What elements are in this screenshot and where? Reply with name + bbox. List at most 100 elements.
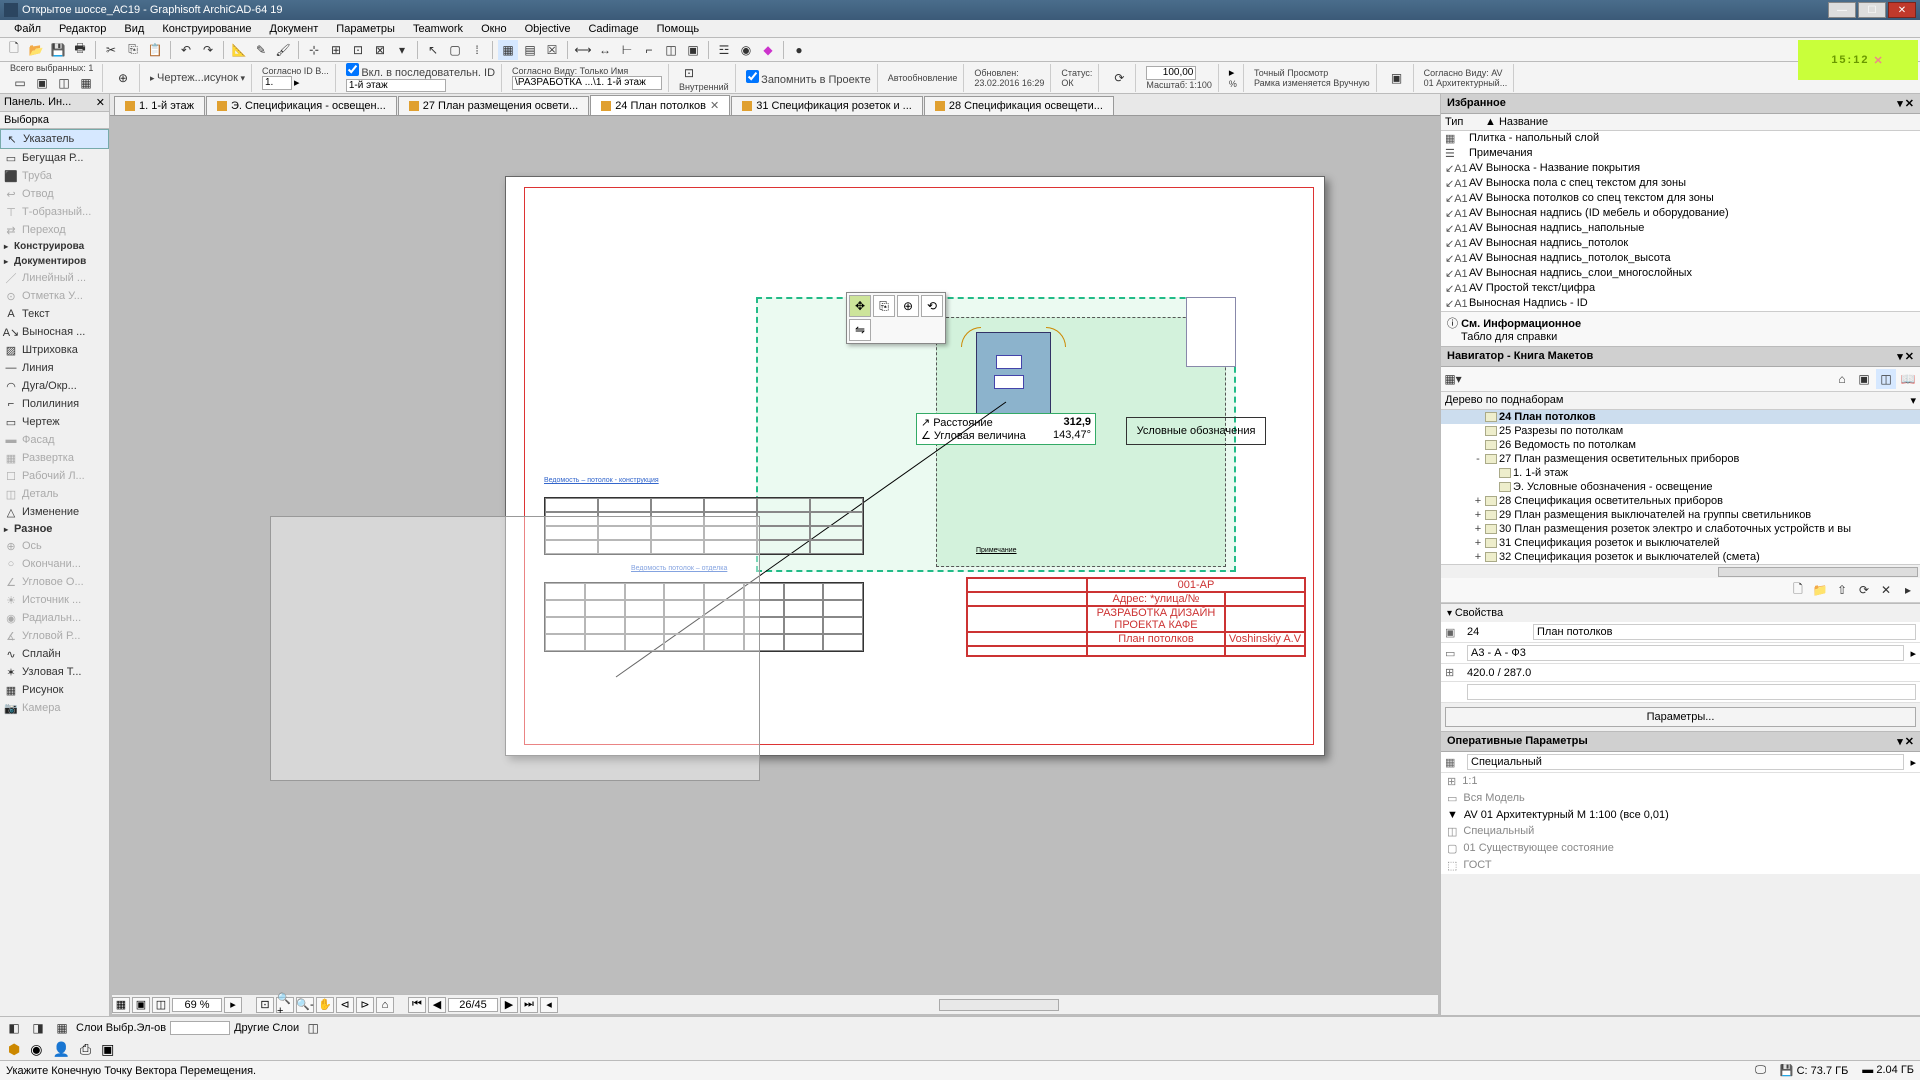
refresh-icon[interactable]: ⟳	[1109, 68, 1129, 88]
dim4-icon[interactable]: ⌐	[639, 40, 659, 60]
tool-Труба[interactable]: ⬛Труба	[0, 167, 109, 185]
tree-scrollbar[interactable]	[1718, 567, 1918, 577]
tool-Выносная ...[interactable]: A↘Выносная ...	[0, 323, 109, 341]
fav-dd-icon[interactable]: ▾	[1897, 97, 1903, 110]
tree-toggle-icon[interactable]: +	[1473, 551, 1483, 563]
next-zoom-icon[interactable]: ⊳	[356, 997, 374, 1013]
layer-toggle[interactable]: ◫	[303, 1018, 323, 1038]
tool-Окончани...[interactable]: ○Окончани...	[0, 555, 109, 573]
render-icon[interactable]: ●	[789, 40, 809, 60]
ib-btn2[interactable]: ▣	[32, 73, 52, 93]
doc-tab[interactable]: Э. Спецификация - освещен...	[206, 96, 397, 115]
tool-Указатель[interactable]: ↖Указатель	[0, 129, 109, 149]
tool-Текст[interactable]: AТекст	[0, 305, 109, 323]
favorite-row[interactable]: ↙A1AV Выносная надпись_потолок_высота	[1441, 251, 1920, 266]
next-page-icon[interactable]: ▶	[500, 997, 518, 1013]
tool-Радиальн...[interactable]: ◉Радиальн...	[0, 609, 109, 627]
page-dd-icon[interactable]: ◂	[540, 997, 558, 1013]
layer-icon[interactable]: ☲	[714, 40, 734, 60]
doc-tab[interactable]: 27 План размещения освети...	[398, 96, 589, 115]
menu-помощь[interactable]: Помощь	[649, 22, 708, 36]
favorite-row[interactable]: ↙A1AV Выносная надпись_слои_многослойных	[1441, 266, 1920, 281]
redo-icon[interactable]: ↷	[198, 40, 218, 60]
favorite-row[interactable]: ↙A1AV Выносная надпись (ID мебель и обор…	[1441, 206, 1920, 221]
tree-more-icon[interactable]: ▸	[1898, 580, 1918, 600]
ib-btn1[interactable]: ▭	[10, 73, 30, 93]
status-icon-3[interactable]: 👤	[52, 1041, 69, 1058]
prev-page-icon[interactable]: ◀	[428, 997, 446, 1013]
copy-icon[interactable]: ⎘	[123, 40, 143, 60]
tree-row[interactable]: Э. Условные обозначения - освещение	[1441, 480, 1920, 494]
last-page-icon[interactable]: ⏭	[520, 997, 538, 1013]
dim3-icon[interactable]: ⊢	[617, 40, 637, 60]
minimize-button[interactable]: —	[1828, 2, 1856, 18]
pet-rotate-icon[interactable]: ⟲	[921, 295, 943, 317]
status-icon-5[interactable]: ▣	[101, 1041, 114, 1058]
oper-row[interactable]: ▼AV 01 Архитектурный М 1:100 (все 0,01)	[1441, 807, 1920, 823]
tool-Бегущая Р...[interactable]: ▭Бегущая Р...	[0, 149, 109, 167]
tree-toggle-icon[interactable]: +	[1473, 495, 1483, 507]
favorite-row[interactable]: ↙A1AV Выноска - Название покрытия	[1441, 161, 1920, 176]
tree-row[interactable]: +29 План размещения выключателей на груп…	[1441, 508, 1920, 522]
tool-Угловое О...[interactable]: ∠Угловое О...	[0, 573, 109, 591]
pet-copy-icon[interactable]: ⎘	[873, 295, 895, 317]
prop-name-input[interactable]	[1533, 624, 1916, 640]
canvas[interactable]: Условные обозначения ↗ Расстояние312,9 ∠…	[110, 116, 1440, 1016]
status-icon-2[interactable]: ◉	[30, 1041, 42, 1058]
layer-btn1[interactable]: ◧	[4, 1018, 24, 1038]
grid-off-icon[interactable]: ☒	[542, 40, 562, 60]
tool-Т-образный...[interactable]: ⊤Т-образный...	[0, 203, 109, 221]
tool-Угловой Р...[interactable]: ∡Угловой Р...	[0, 627, 109, 645]
favorite-row[interactable]: ↙A1AV Выноска пола с спец текстом для зо…	[1441, 176, 1920, 191]
tool-Полилиния[interactable]: ⌐Полилиния	[0, 395, 109, 413]
dropdown-icon[interactable]: ▾	[392, 40, 412, 60]
save-checkbox[interactable]	[746, 70, 759, 83]
doc-tab[interactable]: 31 Спецификация розеток и ...	[731, 96, 923, 115]
print-icon[interactable]: 🖶	[70, 40, 90, 60]
fill-icon[interactable]: ◉	[736, 40, 756, 60]
tree-toggle-icon[interactable]: -	[1473, 453, 1483, 465]
dim1-icon[interactable]: ⟷	[573, 40, 593, 60]
tool-Ось[interactable]: ⊕Ось	[0, 537, 109, 555]
layer-btn2[interactable]: ◨	[28, 1018, 48, 1038]
fav-close-icon[interactable]: ✕	[1905, 97, 1914, 110]
menu-teamwork[interactable]: Teamwork	[405, 22, 471, 36]
tree-toggle-icon[interactable]: +	[1473, 523, 1483, 535]
oper-row[interactable]: ◫Специальный	[1441, 823, 1920, 840]
prop-format-input[interactable]	[1467, 645, 1904, 661]
favorite-row[interactable]: ☰Примечания	[1441, 146, 1920, 161]
menu-редактор[interactable]: Редактор	[51, 22, 114, 36]
nav-v3-icon[interactable]: ◫	[1876, 369, 1896, 389]
doc-tab[interactable]: 28 Спецификация освещети...	[924, 96, 1114, 115]
id-input[interactable]	[262, 76, 292, 90]
menu-параметры[interactable]: Параметры	[328, 22, 403, 36]
prop-extra-input[interactable]	[1467, 684, 1916, 700]
zin-icon[interactable]: 🔍+	[276, 997, 294, 1013]
oper-row[interactable]: ⊞1:1	[1441, 773, 1920, 790]
first-page-icon[interactable]: ⏮	[408, 997, 426, 1013]
op-combo[interactable]	[1467, 754, 1904, 770]
nav-dd-icon[interactable]: ▾	[1897, 350, 1903, 363]
prev-zoom-icon[interactable]: ⊲	[336, 997, 354, 1013]
zc-dd[interactable]: ▸	[224, 997, 242, 1013]
tree-row[interactable]: 25 Разрезы по потолкам	[1441, 424, 1920, 438]
tree-new-icon[interactable]: 🗋	[1788, 580, 1808, 600]
tool-Отметка У...[interactable]: ⊙Отметка У...	[0, 287, 109, 305]
pan-icon[interactable]: ✋	[316, 997, 334, 1013]
menu-конструирование[interactable]: Конструирование	[154, 22, 259, 36]
box-icon[interactable]: ▢	[445, 40, 465, 60]
favorite-row[interactable]: ↙A1AV Выносная надпись_напольные	[1441, 221, 1920, 236]
cut-icon[interactable]: ✂	[101, 40, 121, 60]
snap1-icon[interactable]: ⊹	[304, 40, 324, 60]
favorite-row[interactable]: ↙A1AV Выносная надпись_потолок	[1441, 236, 1920, 251]
oper-row[interactable]: ▭Вся Модель	[1441, 790, 1920, 807]
tool-Фасад[interactable]: ▬Фасад	[0, 431, 109, 449]
nav-v1-icon[interactable]: ⌂	[1832, 369, 1852, 389]
tool-Узловая Т...[interactable]: ✶Узловая Т...	[0, 663, 109, 681]
tree-row[interactable]: +31 Спецификация розеток и выключателей	[1441, 536, 1920, 550]
maximize-button[interactable]: ☐	[1858, 2, 1886, 18]
oper-row[interactable]: ⬚ГОСТ	[1441, 857, 1920, 874]
close-button[interactable]: ✕	[1888, 2, 1916, 18]
color-icon[interactable]: ◆	[758, 40, 778, 60]
paste-icon[interactable]: 📋	[145, 40, 165, 60]
